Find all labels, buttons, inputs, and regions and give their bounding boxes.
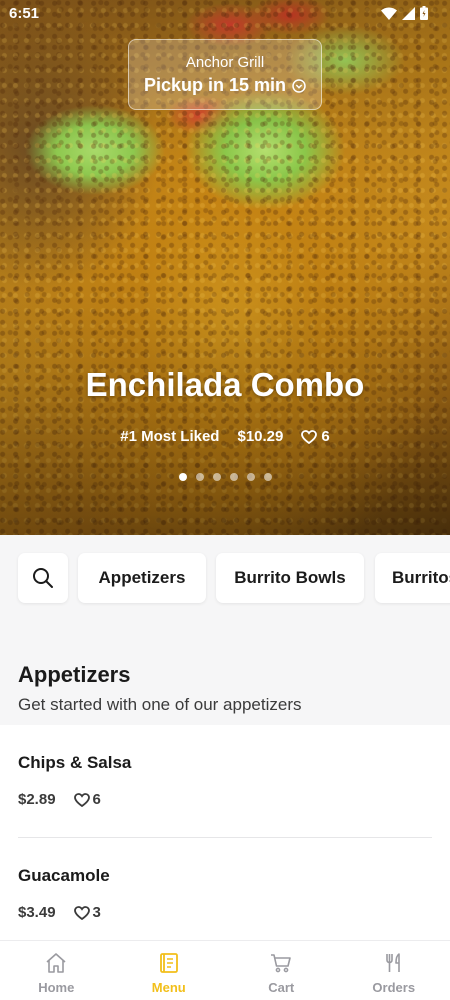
carousel-indicator[interactable] bbox=[0, 473, 450, 481]
signal-icon bbox=[402, 6, 415, 20]
nav-label: Orders bbox=[372, 980, 416, 995]
heart-icon bbox=[73, 905, 90, 920]
category-chip-appetizers[interactable]: Appetizers bbox=[78, 553, 206, 603]
utensils-icon bbox=[385, 953, 400, 972]
nav-label: Menu bbox=[151, 980, 186, 995]
carousel-dot[interactable] bbox=[195, 473, 204, 481]
nav-home[interactable]: Home bbox=[0, 941, 113, 1000]
menu-item-likes: 3 bbox=[92, 904, 101, 921]
nav-orders[interactable]: Orders bbox=[338, 941, 450, 1000]
featured-price: $10.29 bbox=[237, 428, 284, 445]
nav-menu[interactable]: Menu bbox=[113, 941, 226, 1000]
search-button[interactable] bbox=[18, 553, 68, 603]
bottom-navigation: Home Menu Cart Orders bbox=[0, 940, 450, 1000]
menu-book-icon bbox=[159, 953, 178, 973]
menu-item-chips-salsa[interactable]: Chips & Salsa $2.89 6 bbox=[18, 753, 432, 808]
restaurant-name: Anchor Grill bbox=[185, 54, 265, 71]
featured-rank: #1 Most Liked bbox=[120, 428, 220, 445]
nav-cart[interactable]: Cart bbox=[225, 941, 338, 1000]
featured-item-meta: #1 Most Liked $10.29 6 bbox=[0, 428, 450, 445]
menu-item-price: $3.49 bbox=[18, 904, 56, 921]
status-bar: 6:51 bbox=[0, 0, 450, 28]
menu-item-list: Chips & Salsa $2.89 6 Guacamole $3.49 3 bbox=[0, 725, 450, 940]
menu-item-likes: 6 bbox=[92, 791, 101, 808]
carousel-dot[interactable] bbox=[178, 473, 187, 481]
category-bar: Appetizers Burrito Bowls Burritos bbox=[0, 535, 450, 640]
item-divider bbox=[18, 837, 432, 838]
pickup-selector[interactable]: Anchor Grill Pickup in 15 min bbox=[128, 39, 322, 110]
home-icon bbox=[46, 953, 66, 973]
pickup-eta: Pickup in 15 min bbox=[143, 75, 287, 95]
nav-label: Cart bbox=[268, 980, 295, 995]
carousel-dot[interactable] bbox=[212, 473, 221, 481]
battery-icon bbox=[420, 6, 428, 20]
nav-label: Home bbox=[38, 980, 75, 995]
section-header: Appetizers Get started with one of our a… bbox=[0, 640, 450, 725]
chevron-down-circle-icon bbox=[292, 78, 306, 93]
featured-item-hero[interactable]: 6:51 Anchor Grill Pickup in 15 min Enchi… bbox=[0, 0, 450, 535]
menu-item-price: $2.89 bbox=[18, 791, 56, 808]
cart-icon bbox=[271, 954, 292, 973]
menu-item-name: Guacamole bbox=[18, 866, 110, 885]
featured-likes: 6 bbox=[321, 428, 330, 445]
wifi-icon bbox=[381, 6, 397, 20]
heart-icon bbox=[301, 429, 318, 444]
section-title: Appetizers bbox=[18, 662, 131, 687]
menu-item-guacamole[interactable]: Guacamole $3.49 3 bbox=[18, 866, 432, 921]
app-screen: 6:51 Anchor Grill Pickup in 15 min Enchi… bbox=[0, 0, 450, 1000]
heart-icon bbox=[73, 792, 90, 807]
featured-item-title: Enchilada Combo bbox=[85, 366, 365, 403]
carousel-dot[interactable] bbox=[229, 473, 238, 481]
carousel-dot[interactable] bbox=[246, 473, 255, 481]
status-time: 6:51 bbox=[9, 5, 40, 22]
search-icon bbox=[33, 568, 53, 588]
category-chip-burrito-bowls[interactable]: Burrito Bowls bbox=[216, 553, 364, 603]
section-subtitle: Get started with one of our appetizers bbox=[18, 695, 302, 714]
carousel-dot[interactable] bbox=[263, 473, 272, 481]
category-chip-burritos[interactable]: Burritos bbox=[375, 553, 450, 603]
menu-item-name: Chips & Salsa bbox=[18, 753, 132, 772]
